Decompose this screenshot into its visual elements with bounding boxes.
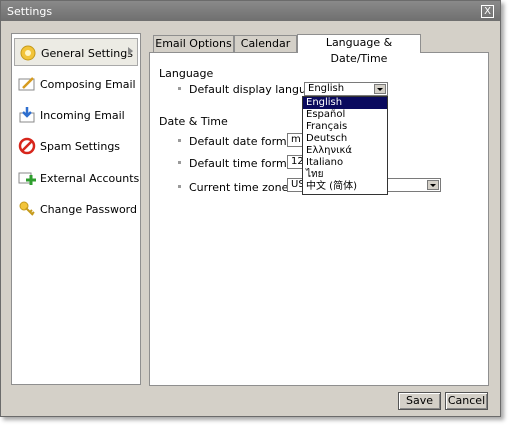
timezone-label: Current time zone: — [189, 181, 293, 194]
spam-icon — [18, 137, 36, 155]
language-option[interactable]: Français — [303, 121, 387, 133]
language-dropdown-list: English Español Français Deutsch Ελληνικ… — [302, 96, 388, 195]
language-option[interactable]: English — [303, 97, 387, 109]
sidebar-item-general-settings[interactable]: General Settings — [14, 38, 138, 66]
date-format-value: m — [291, 134, 301, 145]
sidebar-item-external-accounts[interactable]: External Accounts — [14, 164, 139, 192]
tab-email-options[interactable]: Email Options — [153, 35, 234, 52]
settings-window: Settings X General Settings Composing Em… — [0, 0, 501, 417]
sidebar-item-incoming-email[interactable]: Incoming Email — [14, 101, 139, 129]
tab-calendar[interactable]: Calendar — [234, 35, 297, 52]
tab-language-date-time[interactable]: Language & Date/Time — [297, 34, 421, 65]
sidebar-item-spam-settings[interactable]: Spam Settings — [14, 132, 139, 160]
save-button[interactable]: Save — [398, 392, 441, 410]
sidebar-item-label: Spam Settings — [40, 140, 121, 153]
sidebar-item-label: Incoming Email — [40, 109, 125, 122]
language-option[interactable]: Ελληνικά — [303, 145, 387, 157]
cancel-button[interactable]: Cancel — [445, 392, 488, 410]
display-language-select[interactable]: English — [304, 82, 388, 96]
language-option[interactable]: 中文 (简体) — [303, 181, 387, 193]
title-bar: Settings X — [1, 1, 500, 21]
sidebar-item-label: General Settings — [41, 47, 133, 60]
incoming-icon — [19, 107, 35, 123]
datetime-section-title: Date & Time — [159, 115, 228, 128]
language-option[interactable]: ไทย — [303, 169, 387, 181]
sidebar-item-composing-email[interactable]: Composing Email — [14, 70, 139, 98]
close-icon[interactable]: X — [481, 5, 494, 18]
language-option[interactable]: Italiano — [303, 157, 387, 169]
window-title: Settings — [7, 5, 53, 18]
language-section-title: Language — [159, 67, 214, 80]
external-accounts-icon — [18, 172, 36, 185]
bullet — [178, 139, 181, 142]
time-format-label: Default time format: — [189, 157, 302, 170]
sidebar-item-label: External Accounts — [40, 172, 140, 185]
chevron-down-icon[interactable] — [374, 84, 386, 94]
gear-icon — [20, 45, 36, 61]
display-language-value: English — [308, 83, 345, 94]
bullet — [178, 87, 181, 90]
language-option[interactable]: Deutsch — [303, 133, 387, 145]
sidebar-item-change-password[interactable]: Change Password — [14, 195, 139, 223]
sidebar: General Settings Composing Email Incomin… — [11, 33, 141, 385]
bullet — [178, 161, 181, 164]
date-format-label: Default date format: — [189, 135, 302, 148]
sidebar-item-label: Change Password — [40, 203, 137, 216]
language-option[interactable]: Español — [303, 109, 387, 121]
bullet — [178, 185, 181, 188]
sidebar-item-label: Composing Email — [40, 78, 136, 91]
chevron-right-icon — [128, 47, 133, 55]
key-icon — [19, 201, 35, 216]
compose-icon — [18, 77, 35, 91]
chevron-down-icon[interactable] — [427, 180, 439, 190]
